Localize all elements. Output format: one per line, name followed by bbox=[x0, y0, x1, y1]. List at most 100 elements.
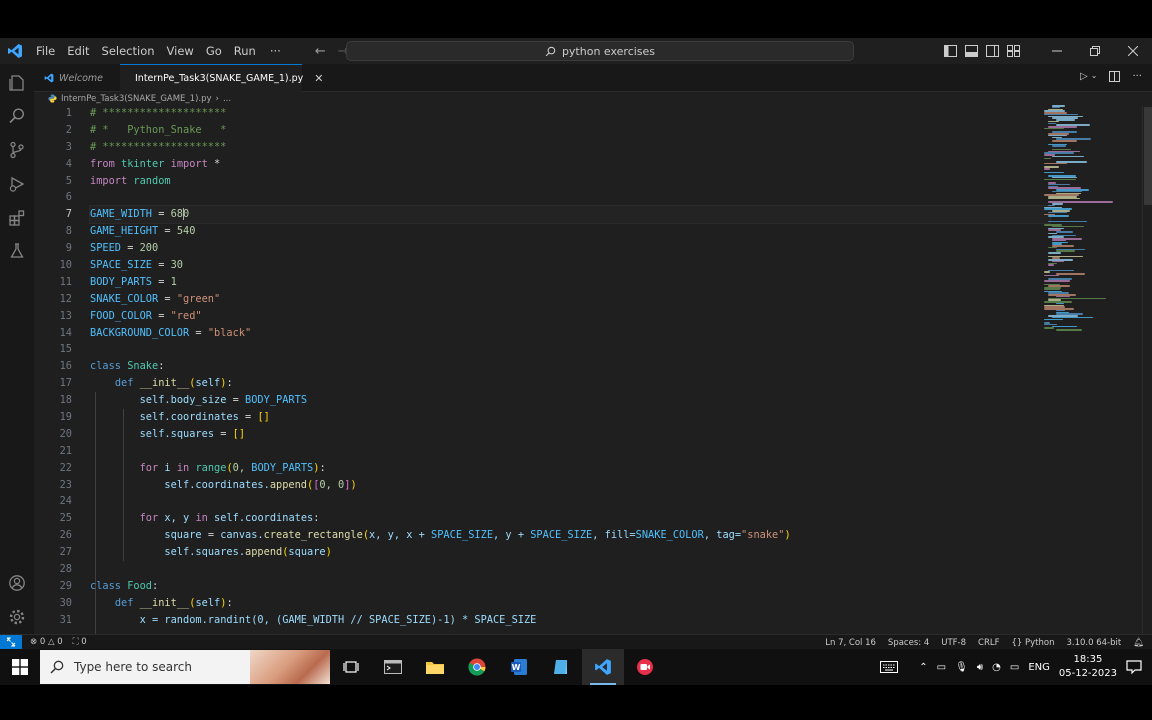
vscode-logo-icon bbox=[0, 38, 30, 64]
notepad-icon bbox=[554, 660, 567, 674]
run-dropdown-chevron-icon[interactable]: ⌄ bbox=[1091, 71, 1098, 82]
more-actions-icon[interactable]: ··· bbox=[1132, 71, 1142, 82]
tab-welcome[interactable]: Welcome bbox=[34, 64, 120, 92]
split-editor-icon[interactable] bbox=[1109, 71, 1121, 82]
menu-go[interactable]: Go bbox=[200, 38, 228, 64]
accounts-icon[interactable] bbox=[7, 573, 27, 593]
end-of-line[interactable]: CRLF bbox=[978, 638, 999, 648]
menu-selection[interactable]: Selection bbox=[96, 38, 161, 64]
extensions-icon[interactable] bbox=[7, 208, 27, 228]
title-bar: File Edit Selection View Go Run ··· ← → … bbox=[0, 38, 1152, 64]
source-control-icon[interactable] bbox=[7, 140, 27, 160]
vertical-scrollbar[interactable] bbox=[1142, 105, 1152, 634]
title-bar-controls bbox=[944, 38, 1152, 64]
line-number: 8 bbox=[65, 225, 72, 238]
microphone-icon[interactable]: 🎙︎ bbox=[955, 662, 968, 673]
taskbar-notepad[interactable] bbox=[540, 649, 582, 685]
menu-more-button[interactable]: ··· bbox=[262, 44, 289, 58]
taskbar-chrome[interactable] bbox=[456, 649, 498, 685]
remote-window-button[interactable] bbox=[0, 634, 22, 650]
menu-edit[interactable]: Edit bbox=[61, 38, 95, 64]
customize-layout-icon[interactable] bbox=[1007, 45, 1020, 57]
testing-flask-icon[interactable] bbox=[7, 241, 27, 261]
minimize-button[interactable] bbox=[1038, 38, 1076, 64]
task-view-button[interactable] bbox=[330, 649, 372, 685]
minimap-line bbox=[1052, 155, 1085, 158]
line-number: 15 bbox=[59, 343, 72, 356]
toggle-panel-icon[interactable] bbox=[965, 45, 978, 57]
keyboard-icon[interactable] bbox=[880, 661, 899, 673]
command-center-search[interactable]: python exercises bbox=[346, 41, 854, 61]
minimap-line bbox=[1044, 127, 1064, 130]
navigation-arrows: ← → bbox=[315, 44, 349, 59]
line-number: 19 bbox=[59, 411, 72, 424]
problems-indicator[interactable]: ⊗ 0 △ 0 bbox=[30, 637, 63, 647]
line-number: 2 bbox=[65, 123, 72, 136]
minimap-line bbox=[1056, 273, 1085, 275]
editor-tab-bar: Welcome InternPe_Task3(SNAKE_GAME_1).py … bbox=[34, 64, 1152, 92]
code-editor[interactable]: 1 2 3 4 5 6 7 8 9 10 11 12 13 14 15 16 17 18 19 20 21 22 23 24 2… bbox=[34, 105, 1152, 634]
code-line: self.coordinates = [] bbox=[139, 411, 270, 424]
taskbar-word[interactable]: W bbox=[498, 649, 540, 685]
language-mode[interactable]: {} Python bbox=[1011, 638, 1054, 648]
toggle-secondary-sidebar-icon[interactable] bbox=[986, 45, 999, 57]
close-window-button[interactable] bbox=[1114, 38, 1152, 64]
line-number: 25 bbox=[59, 512, 72, 525]
task-view-icon bbox=[343, 661, 359, 673]
settings-gear-icon[interactable] bbox=[7, 607, 27, 627]
restore-button[interactable] bbox=[1076, 38, 1114, 64]
meet-now-icon[interactable]: ▭ bbox=[937, 662, 946, 673]
taskbar-screen-recorder[interactable] bbox=[624, 649, 666, 685]
indentation[interactable]: Spaces: 4 bbox=[888, 638, 929, 648]
taskbar-search-box[interactable]: Type here to search bbox=[40, 650, 330, 684]
restore-icon bbox=[1090, 46, 1100, 56]
start-button[interactable] bbox=[0, 649, 40, 685]
menu-file[interactable]: File bbox=[30, 38, 61, 64]
network-icon[interactable]: ◔ bbox=[992, 662, 1001, 673]
code-lines[interactable]: # ******************** # * Python_Snake … bbox=[89, 105, 1051, 629]
toggle-primary-sidebar-icon[interactable] bbox=[944, 45, 957, 57]
taskbar-vscode[interactable] bbox=[582, 649, 624, 685]
line-number: 11 bbox=[59, 275, 72, 288]
search-sidebar-icon[interactable] bbox=[7, 106, 27, 126]
close-tab-icon[interactable]: ✕ bbox=[314, 72, 323, 85]
clock[interactable]: 18:35 05-12-2023 bbox=[1059, 653, 1117, 681]
breadcrumb-symbol[interactable]: ... bbox=[223, 94, 231, 104]
line-number: 17 bbox=[59, 377, 72, 390]
line-number: 21 bbox=[59, 444, 72, 457]
input-language[interactable]: ENG bbox=[1028, 662, 1050, 673]
python-interpreter[interactable]: 3.10.0 64-bit bbox=[1066, 638, 1121, 648]
minimap-line bbox=[1044, 274, 1060, 277]
line-number: 30 bbox=[59, 596, 72, 609]
taskbar-terminal[interactable] bbox=[372, 649, 414, 685]
minimap-line bbox=[1052, 145, 1066, 147]
explorer-icon[interactable] bbox=[7, 73, 27, 93]
search-icon bbox=[50, 660, 64, 674]
minimap[interactable] bbox=[1044, 105, 1142, 345]
run-python-file-icon[interactable]: ▷ bbox=[1080, 71, 1088, 82]
tab-snake-game-file[interactable]: InternPe_Task3(SNAKE_GAME_1).py ✕ bbox=[120, 64, 323, 92]
menu-run[interactable]: Run bbox=[228, 38, 262, 64]
folder-icon bbox=[426, 662, 444, 674]
notification-center-icon[interactable] bbox=[1126, 660, 1142, 674]
battery-icon[interactable]: ▭ bbox=[1010, 662, 1019, 673]
line-number: 10 bbox=[59, 259, 72, 272]
scrollbar-thumb[interactable] bbox=[1144, 107, 1152, 205]
notifications-bell-icon[interactable]: 🔔︎ bbox=[1133, 638, 1144, 648]
taskbar-file-explorer[interactable] bbox=[414, 649, 456, 685]
ports-indicator[interactable]: ⛶ 0 bbox=[73, 637, 87, 647]
breadcrumb-file[interactable]: InternPe_Task3(SNAKE_GAME_1).py bbox=[61, 94, 212, 104]
run-debug-icon[interactable] bbox=[7, 174, 27, 194]
minimap-line bbox=[1044, 271, 1051, 273]
code-line: for i in range(0, BODY_PARTS): bbox=[139, 461, 326, 474]
menu-view[interactable]: View bbox=[161, 38, 200, 64]
speaker-icon[interactable]: 🔊︎ bbox=[977, 662, 983, 673]
back-arrow-icon[interactable]: ← bbox=[315, 44, 326, 59]
show-hidden-icons-chevron-icon[interactable]: ⌃ bbox=[919, 662, 927, 673]
minimap-line bbox=[1048, 252, 1062, 254]
cursor-position[interactable]: Ln 7, Col 16 bbox=[825, 638, 876, 648]
file-encoding[interactable]: UTF-8 bbox=[941, 638, 966, 648]
windows-taskbar: Type here to search W ⌃ ▭ 🎙︎ 🔊︎ ◔ ▭ ENG … bbox=[0, 649, 1152, 685]
code-line: # ******************** bbox=[90, 107, 227, 119]
